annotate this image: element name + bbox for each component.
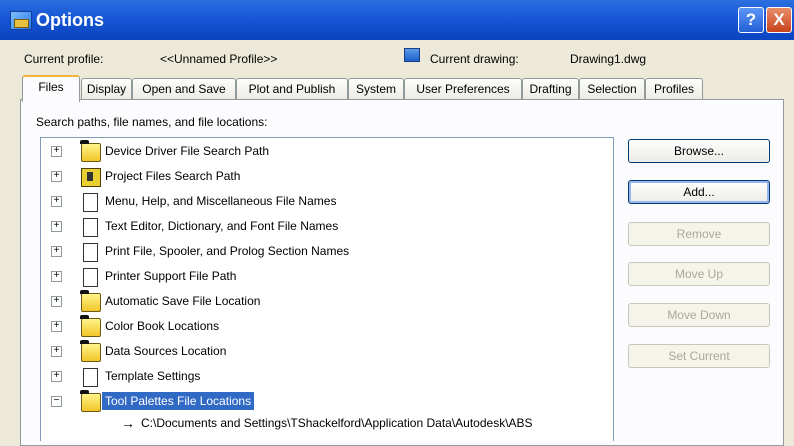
tree-item-project-files[interactable]: + Project Files Search Path [41,166,596,188]
tree-item-label: Project Files Search Path [105,169,241,183]
expand-icon[interactable]: + [51,146,62,157]
options-app-icon [10,11,32,30]
current-profile-value: <<Unnamed Profile>> [160,52,278,66]
tree-item-label: Data Sources Location [105,344,227,358]
expand-icon[interactable]: + [51,296,62,307]
tree-item-template-settings[interactable]: + Template Settings [41,366,596,388]
expand-icon[interactable]: + [51,196,62,207]
remove-button[interactable]: Remove [628,222,770,246]
folder-search-icon [80,140,101,162]
current-profile-label: Current profile: [24,52,104,66]
tree-item-color-book[interactable]: + Color Book Locations [41,315,596,338]
tool-palettes-path: C:\Documents and Settings\TShackelford\A… [141,416,533,430]
expand-icon[interactable]: + [51,221,62,232]
tab-system[interactable]: System [348,78,404,99]
tree-item-printer-support[interactable]: + Printer Support File Path [41,266,596,288]
tree-item-label: Text Editor, Dictionary, and Font File N… [105,219,339,233]
tab-user-preferences[interactable]: User Preferences [404,78,522,99]
document-icon [83,243,98,262]
set-current-button[interactable]: Set Current [628,344,770,368]
tab-drafting[interactable]: Drafting [522,78,579,99]
tree-item-label: Device Driver File Search Path [105,144,270,158]
tab-selection[interactable]: Selection [579,78,645,99]
tree-item-label: Color Book Locations [105,319,220,333]
tree-item-automatic-save[interactable]: + Automatic Save File Location [41,290,596,313]
window-title: Options [36,10,104,30]
drawing-icon [404,48,420,62]
move-up-button[interactable]: Move Up [628,262,770,286]
tree-item-label: Automatic Save File Location [105,294,261,308]
tree-item-print-file[interactable]: + Print File, Spooler, and Prolog Sectio… [41,241,596,263]
arrow-right-icon: → [121,415,135,431]
expand-icon[interactable]: + [51,346,62,357]
tree-item-tool-palettes[interactable]: − Tool Palettes File Locations [41,390,596,413]
tree-item-device-driver[interactable]: + Device Driver File Search Path [41,140,596,163]
tree-item-label: Menu, Help, and Miscellaneous File Names [105,194,337,208]
tree-item-text-editor[interactable]: + Text Editor, Dictionary, and Font File… [41,216,596,238]
current-drawing-label: Current drawing: [430,52,519,66]
tree-item-menu-help[interactable]: + Menu, Help, and Miscellaneous File Nam… [41,191,596,213]
tab-plot-and-publish[interactable]: Plot and Publish [236,78,348,99]
search-paths-tree[interactable]: + Device Driver File Search Path + Proje… [40,137,614,441]
folder-open-icon [80,390,101,412]
expand-icon[interactable]: + [51,246,62,257]
folder-search-icon [80,340,101,362]
tab-open-and-save[interactable]: Open and Save [132,78,236,99]
folder-search-icon [80,315,101,337]
tab-profiles[interactable]: Profiles [645,78,703,99]
add-button[interactable]: Add... [628,180,770,204]
tree-child-path[interactable]: → C:\Documents and Settings\TShackelford… [41,412,596,434]
expand-icon[interactable]: + [51,271,62,282]
move-down-button[interactable]: Move Down [628,303,770,327]
document-icon [83,368,98,387]
book-icon [81,168,101,187]
close-button[interactable]: X [766,7,792,33]
tab-display[interactable]: Display [81,78,132,99]
browse-button[interactable]: Browse... [628,139,770,163]
search-paths-label: Search paths, file names, and file locat… [36,115,268,129]
collapse-icon[interactable]: − [51,396,62,407]
tree-item-data-sources[interactable]: + Data Sources Location [41,340,596,363]
tree-item-label: Printer Support File Path [105,269,237,283]
title-bar[interactable]: Options ? X [0,0,794,40]
tree-item-label: Template Settings [105,369,201,383]
tab-files[interactable]: Files [22,75,80,102]
document-icon [83,218,98,237]
tree-item-label: Tool Palettes File Locations [102,392,255,410]
tree-item-label: Print File, Spooler, and Prolog Section … [105,244,350,258]
document-icon [83,193,98,212]
expand-icon[interactable]: + [51,171,62,182]
help-button[interactable]: ? [738,7,764,33]
expand-icon[interactable]: + [51,371,62,382]
current-drawing-value: Drawing1.dwg [570,52,647,66]
folder-search-icon [80,290,101,312]
expand-icon[interactable]: + [51,321,62,332]
document-icon [83,268,98,287]
